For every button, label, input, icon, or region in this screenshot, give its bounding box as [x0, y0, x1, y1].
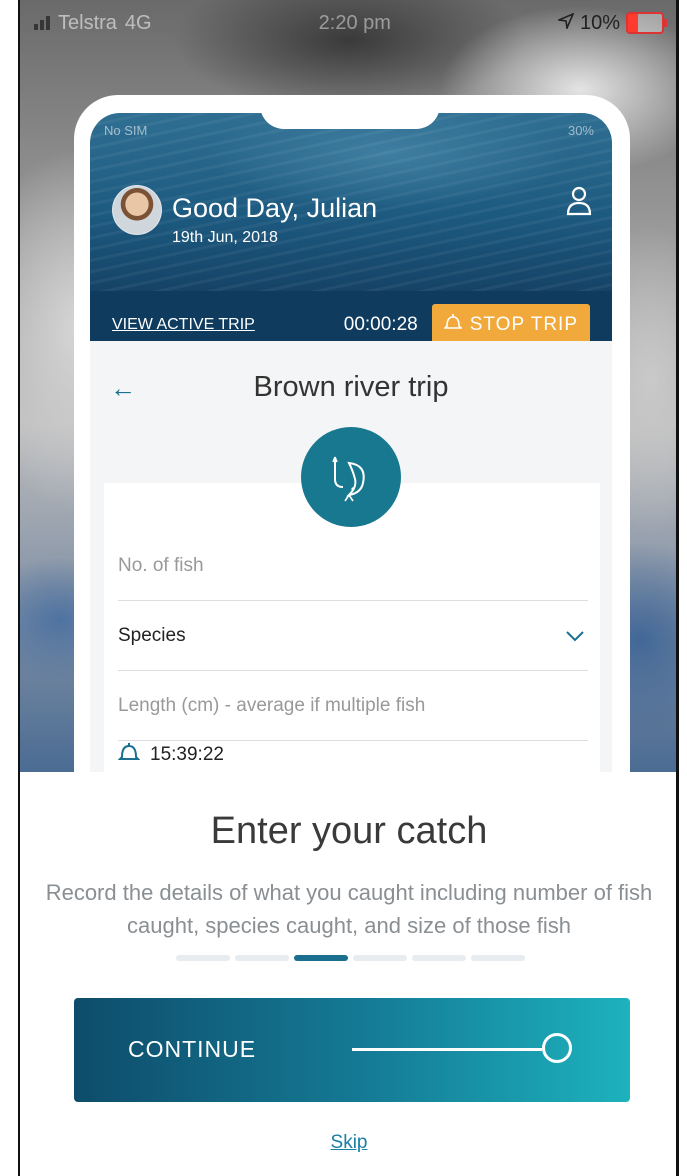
avatar[interactable]: [112, 185, 162, 235]
network-type: 4G: [124, 11, 152, 34]
trip-header: No SIM 30% Good Day, Julian 19th Jun, 20…: [90, 113, 612, 367]
trip-timer: 00:00:28: [343, 314, 418, 335]
catch-time: 15:39:22: [150, 744, 224, 765]
bell-time-icon: [117, 741, 141, 769]
signal-icon: [34, 16, 50, 30]
step-indicator: [176, 955, 525, 961]
carrier-name: Telstra: [58, 11, 117, 34]
status-right: 10%: [556, 11, 667, 35]
greeting: Good Day, Julian: [172, 193, 378, 223]
screen: Telstra 4G 2:20 pm 10% No SIM 30% Good D…: [0, 0, 687, 1176]
length-input[interactable]: Length (cm) - average if multiple fish: [118, 671, 588, 741]
continue-slider-knob[interactable]: [542, 1033, 572, 1063]
trip-title: Brown river trip: [253, 371, 449, 403]
status-bar: Telstra 4G 2:20 pm 10%: [20, 0, 678, 46]
species-select[interactable]: Species: [118, 601, 588, 671]
frame-border-left: [18, 0, 20, 1176]
view-active-trip-link[interactable]: VIEW ACTIVE TRIP: [112, 316, 255, 334]
continue-button[interactable]: CONTINUE: [74, 998, 630, 1102]
status-time: 2:20 pm: [318, 11, 391, 34]
inner-carrier: No SIM: [104, 123, 148, 138]
trip-content: ← Brown river trip No. of fish Species L…: [90, 341, 612, 813]
step-dot: [471, 955, 525, 961]
catch-form-card: No. of fish Species Length (cm) - averag…: [104, 483, 600, 813]
species-label: Species: [118, 624, 186, 646]
continue-label: CONTINUE: [128, 1036, 257, 1062]
catch-time-row[interactable]: 15:39:22: [117, 741, 224, 769]
location-icon: [556, 11, 575, 35]
phone-notch: [260, 95, 440, 129]
frame-border-right: [676, 0, 679, 1176]
inner-battery: 30%: [567, 123, 594, 138]
continue-slider-track: [352, 1048, 542, 1051]
step-dot: [412, 955, 466, 961]
step-dot: [176, 955, 230, 961]
onboarding-sheet: Enter your catch Record the details of w…: [20, 772, 678, 1176]
step-dot: [353, 955, 407, 961]
stop-trip-button[interactable]: STOP TRIP: [431, 304, 590, 346]
battery-icon: [625, 12, 667, 34]
phone-mockup: No SIM 30% Good Day, Julian 19th Jun, 20…: [74, 95, 630, 815]
fish-hook-icon: [301, 427, 401, 527]
status-left: Telstra 4G: [34, 12, 152, 35]
onboarding-title: Enter your catch: [210, 810, 488, 852]
skip-link[interactable]: Skip: [20, 1132, 678, 1154]
onboarding-description: Record the details of what you caught in…: [45, 880, 653, 938]
stop-trip-label: STOP TRIP: [469, 314, 578, 335]
chevron-down-icon: [566, 627, 584, 645]
header-date: 19th Jun, 2018: [172, 229, 278, 246]
step-dot: [294, 955, 348, 961]
step-dot: [235, 955, 289, 961]
profile-icon[interactable]: [564, 185, 594, 217]
bell-icon: [442, 312, 463, 338]
fish-count-input[interactable]: No. of fish: [118, 531, 588, 601]
battery-percent: 10%: [579, 11, 620, 34]
